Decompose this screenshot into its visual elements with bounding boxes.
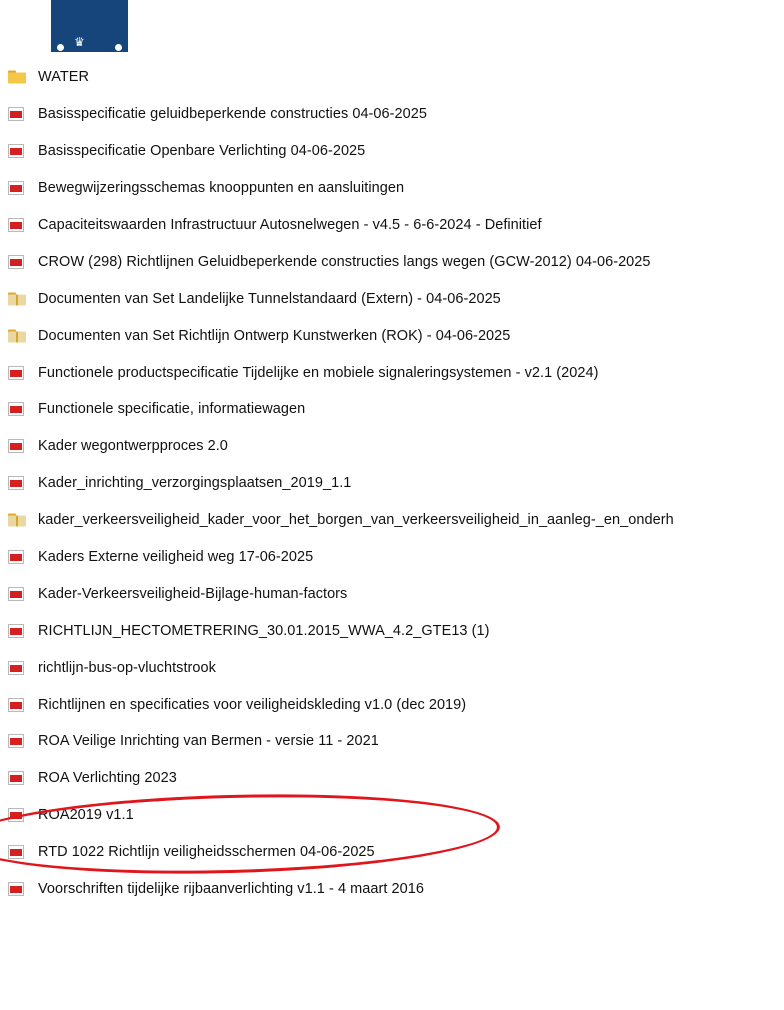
file-name: Kader wegontwerpproces 2.0 (38, 438, 228, 455)
folder-body (8, 331, 26, 343)
file-name: Richtlijnen en specificaties voor veilig… (38, 696, 467, 713)
pdf-icon (8, 623, 24, 638)
pdf-icon (8, 402, 24, 417)
folder-icon (8, 70, 26, 84)
pdf-label-band (10, 738, 22, 746)
file-name: Basisspecificatie geluidbeperkende const… (38, 106, 427, 123)
file-list-item[interactable]: Documenten van Set Landelijke Tunnelstan… (0, 280, 784, 317)
folder-body (8, 294, 26, 306)
pdf-icon (8, 771, 24, 786)
file-name: Documenten van Set Richtlijn Ontwerp Kun… (38, 327, 511, 344)
pdf-label-band (10, 590, 22, 598)
file-list-item[interactable]: Functionele specificatie, informatiewage… (0, 391, 784, 428)
pdf-icon (8, 586, 24, 601)
file-list-item[interactable]: Richtlijnen en specificaties voor veilig… (0, 686, 784, 723)
file-name: ROA2019 v1.1 (38, 807, 134, 824)
pdf-label-band (10, 480, 22, 488)
pdf-icon (8, 107, 24, 122)
pdf-icon (8, 882, 24, 897)
file-list-item[interactable]: Bewegwijzeringsschemas knooppunten en aa… (0, 170, 784, 207)
file-name: kader_verkeersveiligheid_kader_voor_het_… (38, 512, 674, 529)
file-name: Kader_inrichting_verzorgingsplaatsen_201… (38, 475, 352, 492)
file-list-item[interactable]: RICHTLIJN_HECTOMETRERING_30.01.2015_WWA_… (0, 612, 784, 649)
pdf-label-band (10, 554, 22, 562)
file-list-item[interactable]: CROW (298) Richtlijnen Geluidbeperkende … (0, 243, 784, 280)
file-list-item[interactable]: richtlijn-bus-op-vluchtstrook (0, 649, 784, 686)
file-list-item[interactable]: ROA Veilige Inrichting van Bermen - vers… (0, 723, 784, 760)
file-name: WATER (38, 69, 89, 86)
pdf-label-band (10, 222, 22, 229)
pdf-icon (8, 365, 24, 380)
rijksoverheid-logo: ♛ (51, 0, 128, 52)
pdf-icon (8, 218, 24, 232)
pdf-label-band (10, 443, 22, 451)
file-list-item[interactable]: Basisspecificatie geluidbeperkende const… (0, 96, 784, 133)
pdf-label-band (10, 701, 22, 709)
file-name: Kader-Verkeersveiligheid-Bijlage-human-f… (38, 585, 348, 602)
file-name: ROA Verlichting 2023 (38, 770, 177, 787)
file-list-item[interactable]: Kader_inrichting_verzorgingsplaatsen_201… (0, 465, 784, 502)
file-name: CROW (298) Richtlijnen Geluidbeperkende … (38, 253, 651, 270)
file-list-item[interactable]: Functionele productspecificatie Tijdelij… (0, 354, 784, 391)
file-list-item[interactable]: Kader wegontwerpproces 2.0 (0, 428, 784, 465)
pdf-icon (8, 660, 24, 675)
pdf-label-band (10, 148, 22, 156)
file-list-item[interactable]: Basisspecificatie Openbare Verlichting 0… (0, 133, 784, 170)
file-list-item[interactable]: WATER (0, 59, 784, 96)
file-name: Bewegwijzeringsschemas knooppunten en aa… (38, 180, 405, 197)
file-list-item[interactable]: Documenten van Set Richtlijn Ontwerp Kun… (0, 317, 784, 354)
pdf-label-band (10, 111, 22, 119)
pdf-label-band (10, 258, 22, 266)
file-list: WATER Basisspecificatie geluidbeperkende … (0, 59, 784, 907)
file-list-item[interactable]: kader_verkeersveiligheid_kader_voor_het_… (0, 502, 784, 539)
file-name: Voorschriften tijdelijke rijbaanverlicht… (38, 881, 424, 898)
logo-dot-right (115, 44, 122, 51)
pdf-label-band (10, 886, 22, 894)
crown-icon: ♛ (74, 35, 85, 49)
file-name: ROA Veilige Inrichting van Bermen - vers… (38, 733, 379, 750)
file-list-item[interactable]: Kaders Externe veiligheid weg 17-06-2025 (0, 539, 784, 576)
pdf-icon (8, 181, 24, 196)
file-name: RTD 1022 Richtlijn veiligheidsschermen 0… (38, 844, 375, 861)
zip-folder-icon (8, 329, 26, 343)
file-name: Functionele productspecificatie Tijdelij… (38, 364, 599, 381)
pdf-label-band (10, 369, 22, 377)
pdf-icon (8, 476, 24, 491)
pdf-label-band (10, 185, 22, 193)
file-name: Capaciteitswaarden Infrastructuur Autosn… (38, 217, 542, 233)
pdf-icon (8, 808, 24, 823)
pdf-label-band (10, 627, 22, 635)
file-name: richtlijn-bus-op-vluchtstrook (38, 659, 216, 676)
pdf-icon (8, 734, 24, 749)
file-name: Documenten van Set Landelijke Tunnelstan… (38, 290, 501, 307)
pdf-label-band (10, 406, 22, 414)
pdf-icon (8, 845, 24, 860)
pdf-label-band (10, 849, 22, 857)
pdf-label-band (10, 775, 22, 783)
folder-body (8, 515, 26, 527)
file-list-item[interactable]: ROA Verlichting 2023 (0, 760, 784, 797)
file-list-item[interactable]: Kader-Verkeersveiligheid-Bijlage-human-f… (0, 575, 784, 612)
file-list-item[interactable]: Capaciteitswaarden Infrastructuur Autosn… (0, 207, 784, 244)
pdf-icon (8, 254, 24, 269)
logo-dot-left (57, 44, 64, 51)
folder-body (8, 72, 26, 84)
file-name: Basisspecificatie Openbare Verlichting 0… (38, 143, 366, 160)
file-list-item[interactable]: ROA2019 v1.1 (0, 797, 784, 834)
file-name: RICHTLIJN_HECTOMETRERING_30.01.2015_WWA_… (38, 622, 490, 639)
file-name: Kaders Externe veiligheid weg 17-06-2025 (38, 549, 314, 566)
file-list-item[interactable]: Voorschriften tijdelijke rijbaanverlicht… (0, 871, 784, 908)
file-list-item[interactable]: RTD 1022 Richtlijn veiligheidsschermen 0… (0, 834, 784, 871)
pdf-icon (8, 144, 24, 159)
file-name: Functionele specificatie, informatiewage… (38, 401, 306, 418)
zip-folder-icon (8, 513, 26, 527)
zip-folder-icon (8, 292, 26, 306)
pdf-label-band (10, 664, 22, 672)
pdf-icon (8, 550, 24, 565)
pdf-icon (8, 439, 24, 454)
pdf-label-band (10, 812, 22, 820)
pdf-icon (8, 697, 24, 712)
